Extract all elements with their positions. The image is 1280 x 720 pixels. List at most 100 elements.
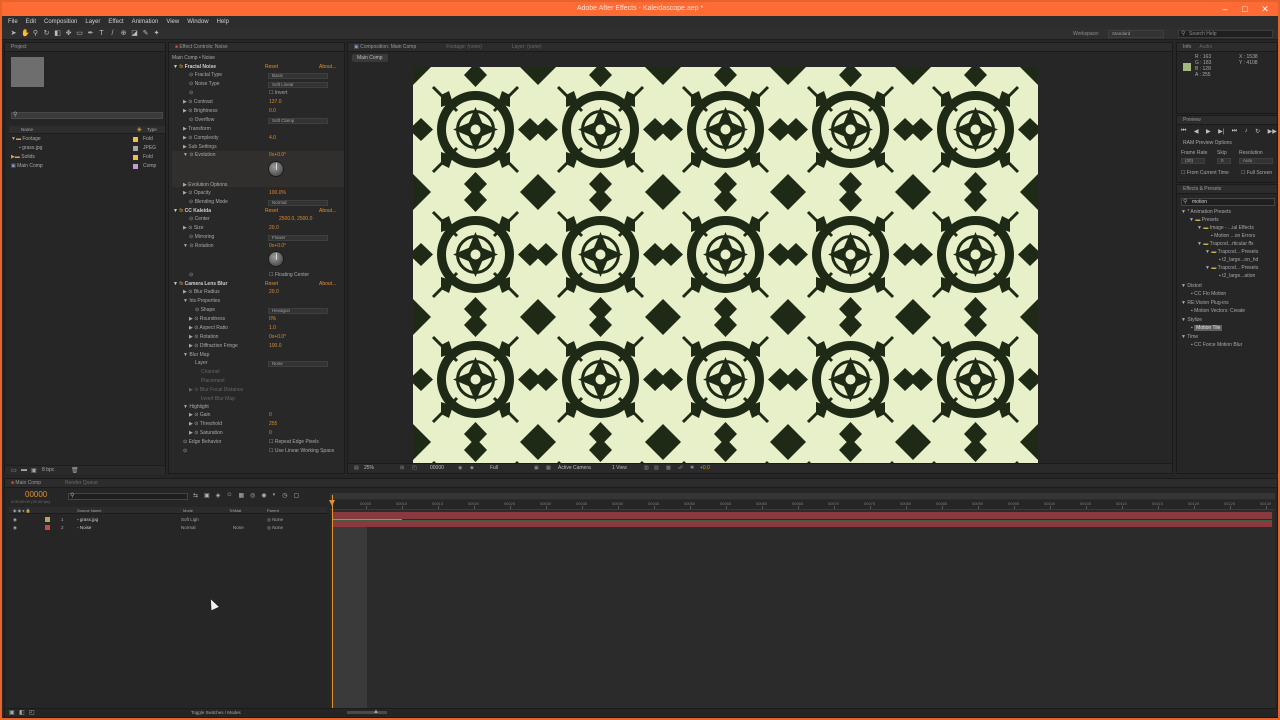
skip-input[interactable]: 0 [1217, 158, 1231, 164]
mirroring-select[interactable]: Flower [268, 235, 328, 241]
prop-evolution-options[interactable]: ▶ Evolution Options [183, 181, 227, 189]
layer-trkmat-select[interactable]: None [233, 524, 244, 532]
menu-file[interactable]: File [8, 19, 18, 25]
tree-item[interactable]: ▪ CC Flo Motion [1191, 290, 1226, 298]
visibility-icon[interactable]: ◉ [13, 524, 17, 532]
menu-edit[interactable]: Edit [26, 19, 36, 25]
pen-tool-icon[interactable]: ✒ [87, 30, 94, 37]
tree-item[interactable]: ▼ * Animation Presets [1181, 208, 1231, 216]
tree-item-selected[interactable]: ▪ Motion Tile [1191, 324, 1223, 332]
threshold-value[interactable]: 255 [269, 420, 277, 428]
column-name[interactable]: Name [21, 127, 33, 132]
graph-editor-icon[interactable]: ◐ [273, 492, 277, 499]
menu-help[interactable]: Help [217, 19, 229, 25]
shy-icon[interactable]: ☺ [226, 492, 232, 499]
play-icon[interactable]: ▶ [1206, 128, 1211, 136]
zoom-select[interactable]: 25% [364, 464, 374, 473]
invert-checkbox[interactable]: ☐ Invert [269, 89, 287, 97]
fast-previews-icon[interactable]: ▧ [654, 464, 659, 473]
safe-zones-icon[interactable]: ⊞ [400, 464, 404, 473]
prop-highlight[interactable]: ▼ Highlight [183, 403, 209, 411]
selection-tool-icon[interactable]: ➤ [10, 30, 17, 37]
list-item[interactable]: ▪ grass.jpg JPEG [19, 144, 165, 152]
tab-layer[interactable]: Layer: (none) [512, 43, 542, 51]
mask-visibility-icon[interactable]: ◰ [412, 464, 417, 473]
comp-sub-tab[interactable]: Main Comp [352, 54, 388, 62]
region-icon[interactable]: ▣ [534, 464, 539, 473]
magnifier-icon[interactable]: ▤ [354, 464, 359, 473]
roto-tool-icon[interactable]: ✎ [142, 30, 149, 37]
linear-working-space-checkbox[interactable]: ☐ Use Linear Working Space [269, 447, 334, 455]
live-update-icon[interactable]: ▣ [204, 492, 210, 499]
noise-type-select[interactable]: Soft Linear [268, 82, 328, 88]
brush-tool-icon[interactable]: / [109, 30, 116, 37]
effect-header-cc-kaleida[interactable]: ▼ fx CC Kaleida Reset About... [173, 207, 343, 215]
from-current-checkbox[interactable]: ☐ From Current Time [1181, 170, 1229, 178]
tree-item[interactable]: ▪ Motion ...on Errors [1211, 232, 1255, 240]
tree-item[interactable]: ▪ t2_large...ation [1219, 272, 1255, 280]
camera-tool-icon[interactable]: ◧ [54, 30, 61, 37]
toggle-pixel-icon[interactable]: ▥ [644, 464, 649, 473]
timeline-graph[interactable]: 00005 00010 00015 00020 00025 00030 00035 00040… [329, 493, 1275, 717]
motion-blur-icon[interactable]: ◎ [250, 492, 255, 499]
evolution-value[interactable]: 0x+0.0° [269, 151, 286, 159]
prop-iris-properties[interactable]: ▼ Iris Properties [183, 297, 220, 305]
evolution-dial[interactable] [268, 161, 284, 177]
tree-item[interactable]: ▪ t2_large...on_hd [1219, 256, 1258, 264]
hand-tool-icon[interactable]: ✋ [21, 30, 30, 37]
tab-audio[interactable]: Audio [1199, 44, 1212, 50]
next-frame-icon[interactable]: ▶| [1218, 128, 1224, 136]
interpret-footage-icon[interactable]: ▭ [11, 467, 17, 474]
column-parent[interactable]: Parent [267, 507, 279, 514]
effect-header-fractal-noise[interactable]: ▼ fx Fractal Noise Reset About... [173, 63, 343, 71]
layer-mode-select[interactable]: Normal [181, 524, 196, 532]
floating-center-checkbox[interactable]: ☐ Floating Center [269, 271, 309, 279]
resolution-select[interactable]: Full [490, 464, 498, 473]
ram-preview-icon[interactable]: ▶▶ [1268, 128, 1277, 136]
reset-link[interactable]: Reset [265, 207, 278, 215]
project-tab[interactable]: Project [5, 43, 165, 52]
brightness-value[interactable]: 0.0 [269, 107, 276, 115]
view-layout-select[interactable]: 1 View [612, 464, 627, 473]
camera-select[interactable]: Active Camera [558, 464, 591, 473]
audio-icon[interactable]: ♪ [1245, 128, 1248, 136]
brainstorm-icon[interactable]: ◉ [261, 492, 266, 499]
first-frame-icon[interactable]: ⏮ [1181, 128, 1186, 136]
tab-footage[interactable]: Footage: (none) [446, 43, 482, 51]
diffraction-fringe-value[interactable]: 100.0 [269, 342, 282, 350]
tree-item[interactable]: ▼ Distort [1181, 282, 1202, 290]
tab-info[interactable]: Info [1183, 44, 1191, 50]
eraser-tool-icon[interactable]: ◪ [131, 30, 138, 37]
blur-radius-value[interactable]: 20.0 [269, 288, 279, 296]
iris-rotation-value[interactable]: 0x+0.0° [269, 333, 286, 341]
menu-window[interactable]: Window [187, 19, 208, 25]
fractal-type-select[interactable]: Basic [268, 73, 328, 79]
render-icon[interactable]: ▢ [294, 492, 300, 499]
work-area-bar[interactable] [330, 493, 1275, 499]
layer-parent-select[interactable]: ◎ None [267, 524, 283, 532]
effects-search-input[interactable]: motion [1181, 198, 1275, 206]
full-screen-checkbox[interactable]: ☐ Full Screen [1241, 170, 1272, 178]
rotation-value[interactable]: 0x+0.0° [269, 242, 286, 250]
layer-name[interactable]: ▪ grass.jpg [77, 516, 98, 524]
effect-controls-tab[interactable]: ■ Effect Controls: Noise [169, 43, 344, 52]
snapshot-icon[interactable]: ◉ [458, 464, 462, 473]
timer-icon[interactable]: ◷ [282, 492, 287, 499]
about-link[interactable]: About... [319, 207, 336, 215]
close-button[interactable]: ✕ [1256, 2, 1274, 16]
bpc-toggle[interactable]: 8 bpc [42, 467, 54, 473]
blending-mode-select[interactable]: Normal [268, 200, 328, 206]
rectangle-tool-icon[interactable]: ▭ [76, 30, 83, 37]
menu-effect[interactable]: Effect [108, 19, 123, 25]
comp-mini-flowchart-icon[interactable]: ⇆ [193, 492, 198, 499]
overflow-select[interactable]: Soft Clamp [268, 118, 328, 124]
tab-main-comp[interactable]: ■ Main Comp [11, 479, 41, 487]
tab-render-queue[interactable]: Render Queue [65, 479, 98, 487]
type-tool-icon[interactable]: T [98, 30, 105, 37]
reset-link[interactable]: Reset [265, 63, 278, 71]
in-out-icon[interactable]: ◰ [29, 709, 35, 716]
tree-item[interactable]: ▪ CC Force Motion Blur [1191, 341, 1242, 349]
minimize-button[interactable]: – [1216, 2, 1234, 16]
tab-composition[interactable]: ▣ Composition: Main Comp [354, 43, 416, 51]
table-row[interactable]: ◉ 1 ▪ grass.jpg Soft Ligh ◎ None [9, 516, 327, 524]
